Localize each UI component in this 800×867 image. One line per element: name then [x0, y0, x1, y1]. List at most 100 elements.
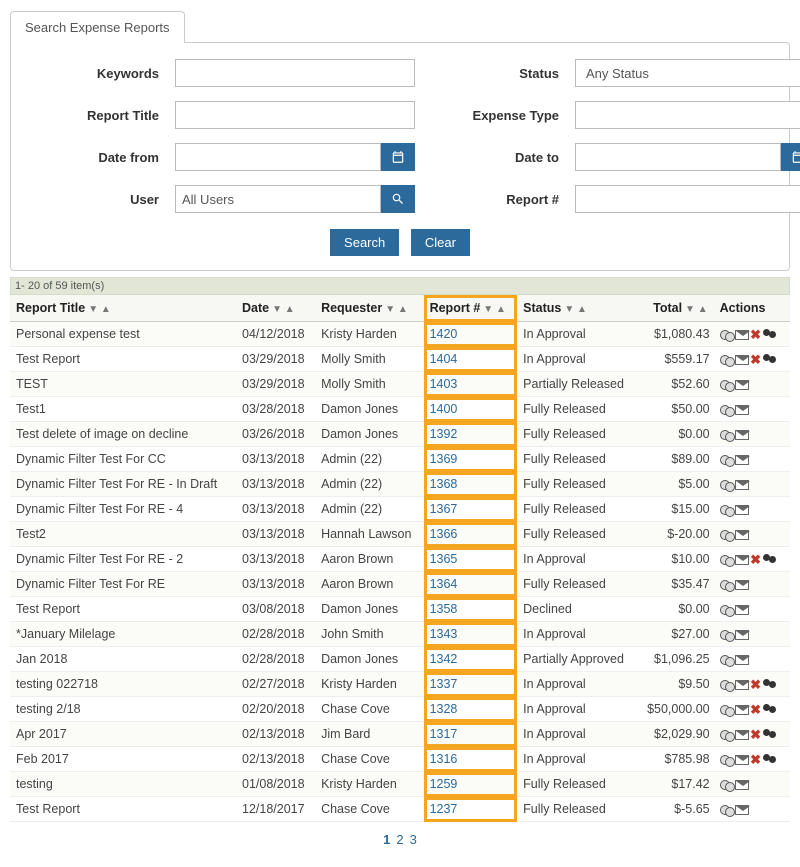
cancel-icon[interactable]: ✖	[750, 729, 762, 741]
date-from-input[interactable]	[175, 143, 381, 171]
coins-icon[interactable]	[720, 704, 734, 716]
envelope-icon[interactable]	[735, 630, 749, 640]
calendar-icon[interactable]	[781, 143, 800, 171]
envelope-icon[interactable]	[735, 430, 749, 440]
coins-icon[interactable]	[720, 504, 734, 516]
envelope-icon[interactable]	[735, 455, 749, 465]
envelope-icon[interactable]	[735, 655, 749, 665]
cell-reportno[interactable]: 1342	[424, 647, 518, 672]
cell-reportno[interactable]: 1404	[424, 347, 518, 372]
cell-requester: Admin (22)	[315, 472, 424, 497]
cell-reportno[interactable]: 1400	[424, 397, 518, 422]
report-title-input[interactable]	[175, 101, 415, 129]
page-3[interactable]: 3	[410, 832, 417, 847]
coins-icon[interactable]	[720, 454, 734, 466]
cancel-icon[interactable]: ✖	[750, 354, 762, 366]
label-date-to: Date to	[425, 150, 565, 165]
cell-reportno[interactable]: 1403	[424, 372, 518, 397]
coins-icon[interactable]	[720, 729, 734, 741]
tab-search-expense-reports[interactable]: Search Expense Reports	[10, 11, 185, 43]
coins-icon[interactable]	[720, 604, 734, 616]
cell-reportno[interactable]: 1368	[424, 472, 518, 497]
cell-reportno[interactable]: 1237	[424, 797, 518, 822]
envelope-icon[interactable]	[735, 805, 749, 815]
cell-reportno[interactable]: 1392	[424, 422, 518, 447]
coins-icon[interactable]	[720, 529, 734, 541]
envelope-icon[interactable]	[735, 380, 749, 390]
coins-icon[interactable]	[720, 754, 734, 766]
envelope-icon[interactable]	[735, 555, 749, 565]
date-to-input[interactable]	[575, 143, 781, 171]
cancel-icon[interactable]: ✖	[750, 329, 762, 341]
coins-icon[interactable]	[720, 379, 734, 391]
envelope-icon[interactable]	[735, 580, 749, 590]
coins-icon[interactable]	[720, 404, 734, 416]
coins-icon[interactable]	[720, 779, 734, 791]
page-2[interactable]: 2	[396, 832, 403, 847]
users-icon[interactable]	[763, 329, 779, 341]
calendar-icon[interactable]	[381, 143, 415, 171]
cell-reportno[interactable]: 1366	[424, 522, 518, 547]
cancel-icon[interactable]: ✖	[750, 679, 762, 691]
search-icon[interactable]	[381, 185, 415, 213]
envelope-icon[interactable]	[735, 530, 749, 540]
envelope-icon[interactable]	[735, 405, 749, 415]
expense-type-select[interactable]	[575, 101, 800, 129]
cell-reportno[interactable]: 1317	[424, 722, 518, 747]
coins-icon[interactable]	[720, 479, 734, 491]
col-date[interactable]: Date▼ ▲	[236, 295, 315, 322]
col-requester[interactable]: Requester▼ ▲	[315, 295, 424, 322]
envelope-icon[interactable]	[735, 330, 749, 340]
envelope-icon[interactable]	[735, 605, 749, 615]
cell-reportno[interactable]: 1367	[424, 497, 518, 522]
cell-reportno[interactable]: 1316	[424, 747, 518, 772]
coins-icon[interactable]	[720, 804, 734, 816]
col-total[interactable]: Total▼ ▲	[637, 295, 714, 322]
search-button[interactable]: Search	[330, 229, 399, 256]
cell-reportno[interactable]: 1364	[424, 572, 518, 597]
cancel-icon[interactable]: ✖	[750, 554, 762, 566]
users-icon[interactable]	[763, 679, 779, 691]
cancel-icon[interactable]: ✖	[750, 754, 762, 766]
users-icon[interactable]	[763, 354, 779, 366]
envelope-icon[interactable]	[735, 505, 749, 515]
table-row: Personal expense test04/12/2018Kristy Ha…	[10, 322, 790, 347]
cell-reportno[interactable]: 1337	[424, 672, 518, 697]
user-input[interactable]	[175, 185, 381, 213]
cancel-icon[interactable]: ✖	[750, 704, 762, 716]
coins-icon[interactable]	[720, 429, 734, 441]
coins-icon[interactable]	[720, 554, 734, 566]
coins-icon[interactable]	[720, 329, 734, 341]
envelope-icon[interactable]	[735, 355, 749, 365]
cell-reportno[interactable]: 1259	[424, 772, 518, 797]
coins-icon[interactable]	[720, 629, 734, 641]
cell-reportno[interactable]: 1420	[424, 322, 518, 347]
clear-button[interactable]: Clear	[411, 229, 470, 256]
envelope-icon[interactable]	[735, 680, 749, 690]
envelope-icon[interactable]	[735, 480, 749, 490]
cell-reportno[interactable]: 1369	[424, 447, 518, 472]
keywords-input[interactable]	[175, 59, 415, 87]
coins-icon[interactable]	[720, 354, 734, 366]
report-no-input[interactable]	[575, 185, 800, 213]
col-status[interactable]: Status▼ ▲	[517, 295, 637, 322]
envelope-icon[interactable]	[735, 780, 749, 790]
users-icon[interactable]	[763, 704, 779, 716]
users-icon[interactable]	[763, 754, 779, 766]
col-reportno[interactable]: Report #▼ ▲	[424, 295, 518, 322]
cell-requester: Jim Bard	[315, 722, 424, 747]
envelope-icon[interactable]	[735, 755, 749, 765]
users-icon[interactable]	[763, 729, 779, 741]
cell-reportno[interactable]: 1343	[424, 622, 518, 647]
coins-icon[interactable]	[720, 579, 734, 591]
cell-reportno[interactable]: 1328	[424, 697, 518, 722]
envelope-icon[interactable]	[735, 705, 749, 715]
status-select[interactable]: Any Status	[575, 59, 800, 87]
coins-icon[interactable]	[720, 654, 734, 666]
cell-reportno[interactable]: 1358	[424, 597, 518, 622]
col-title[interactable]: Report Title▼ ▲	[10, 295, 236, 322]
envelope-icon[interactable]	[735, 730, 749, 740]
users-icon[interactable]	[763, 554, 779, 566]
cell-reportno[interactable]: 1365	[424, 547, 518, 572]
coins-icon[interactable]	[720, 679, 734, 691]
